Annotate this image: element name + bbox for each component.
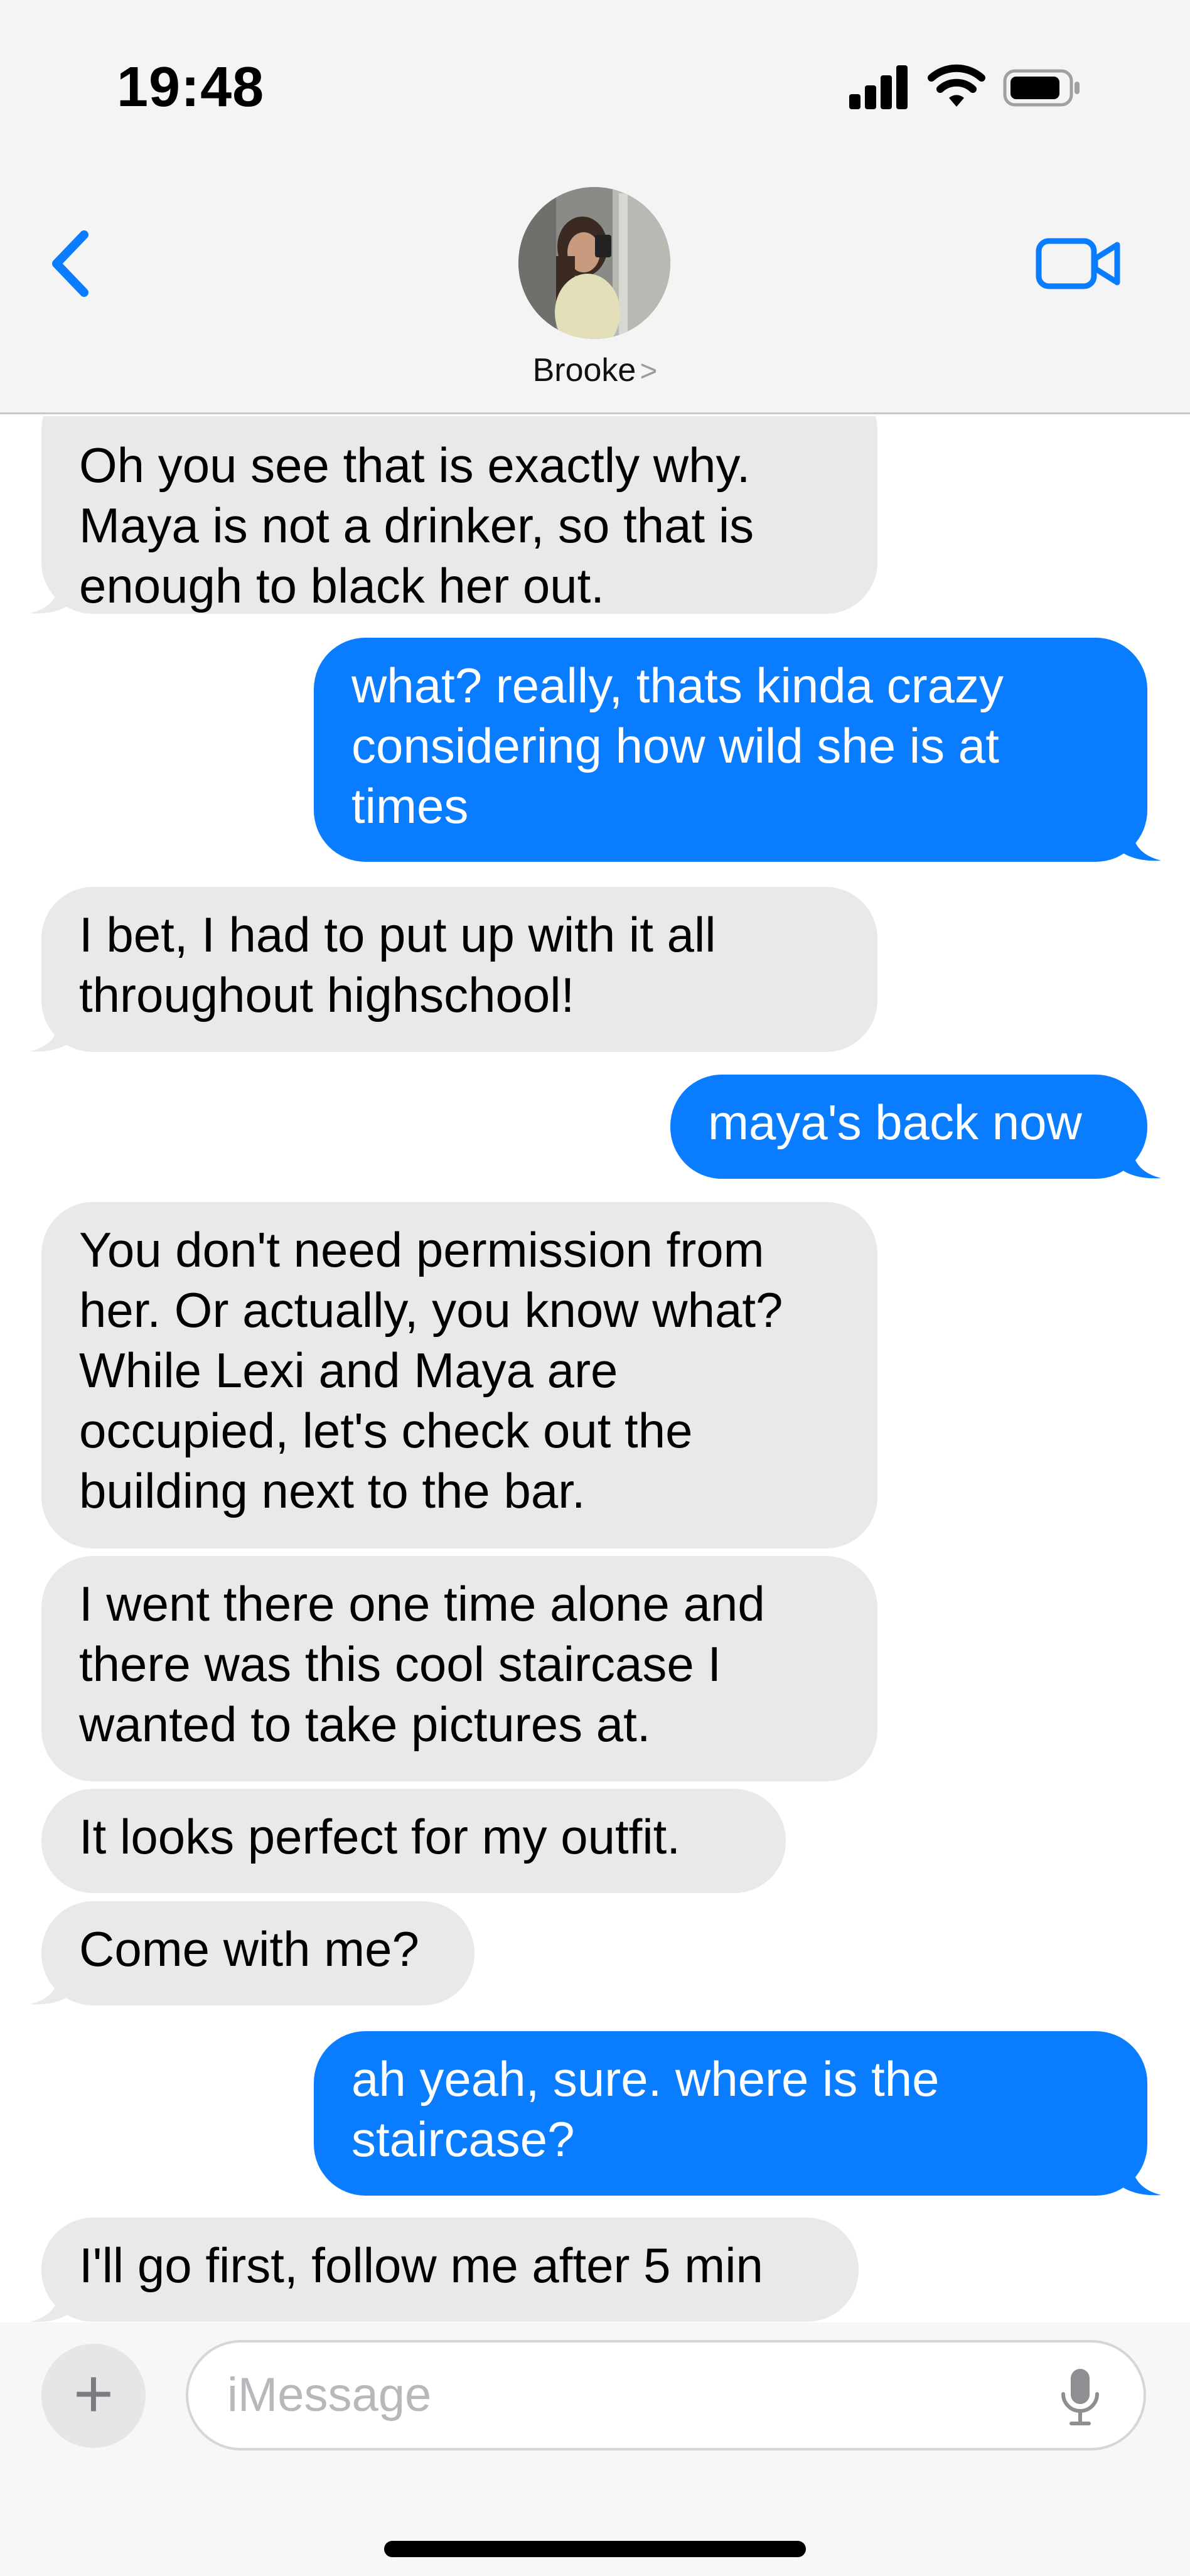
cellular-signal-icon bbox=[849, 65, 908, 109]
bubble-tail bbox=[1120, 1143, 1161, 1179]
chevron-right-icon: > bbox=[640, 355, 658, 388]
bubble-tail bbox=[1120, 2160, 1161, 2196]
incoming-message[interactable]: I bet, I had to put up with it all throu… bbox=[41, 887, 877, 1052]
wifi-icon bbox=[928, 64, 985, 107]
message-thread[interactable]: Oh you see that is exactly why. Maya is … bbox=[0, 416, 1190, 2324]
outgoing-message[interactable]: ah yeah, sure. where is the staircase? bbox=[314, 2031, 1147, 2196]
incoming-message[interactable]: Oh you see that is exactly why. Maya is … bbox=[41, 416, 877, 614]
bubble-tail bbox=[30, 1016, 72, 1052]
message-input-placeholder: iMessage bbox=[227, 2368, 432, 2422]
incoming-message[interactable]: Come with me? bbox=[41, 1901, 474, 2005]
microphone-icon[interactable] bbox=[1058, 2366, 1102, 2427]
incoming-message[interactable]: I'll go first, follow me after 5 min bbox=[41, 2218, 859, 2322]
message-composer: + iMessage bbox=[0, 2322, 1190, 2576]
conversation-header: 19:48 Brooke > bbox=[0, 0, 1190, 414]
add-attachment-button[interactable]: + bbox=[41, 2344, 146, 2448]
bubble-tail bbox=[30, 578, 72, 614]
incoming-message[interactable]: It looks perfect for my outfit. bbox=[41, 1789, 786, 1893]
bubble-tail bbox=[1120, 825, 1161, 861]
message-input[interactable]: iMessage bbox=[186, 2340, 1146, 2450]
bubble-tail bbox=[30, 1969, 72, 2005]
contact-avatar[interactable] bbox=[518, 187, 670, 339]
bubble-tail bbox=[30, 2287, 72, 2322]
battery-icon bbox=[1003, 69, 1080, 107]
contact-name: Brooke bbox=[532, 352, 636, 389]
outgoing-message[interactable]: what? really, thats kinda crazy consider… bbox=[314, 638, 1147, 862]
incoming-message[interactable]: I went there one time alone and there wa… bbox=[41, 1556, 877, 1781]
home-indicator bbox=[384, 2541, 806, 2557]
status-time: 19:48 bbox=[117, 56, 265, 119]
video-camera-icon[interactable] bbox=[1036, 233, 1122, 294]
back-chevron-icon[interactable] bbox=[43, 226, 99, 301]
incoming-message[interactable]: You don't need permission from her. Or a… bbox=[41, 1202, 877, 1548]
outgoing-message[interactable]: maya's back now bbox=[670, 1075, 1147, 1179]
contact-name-button[interactable]: Brooke > bbox=[0, 352, 1190, 389]
